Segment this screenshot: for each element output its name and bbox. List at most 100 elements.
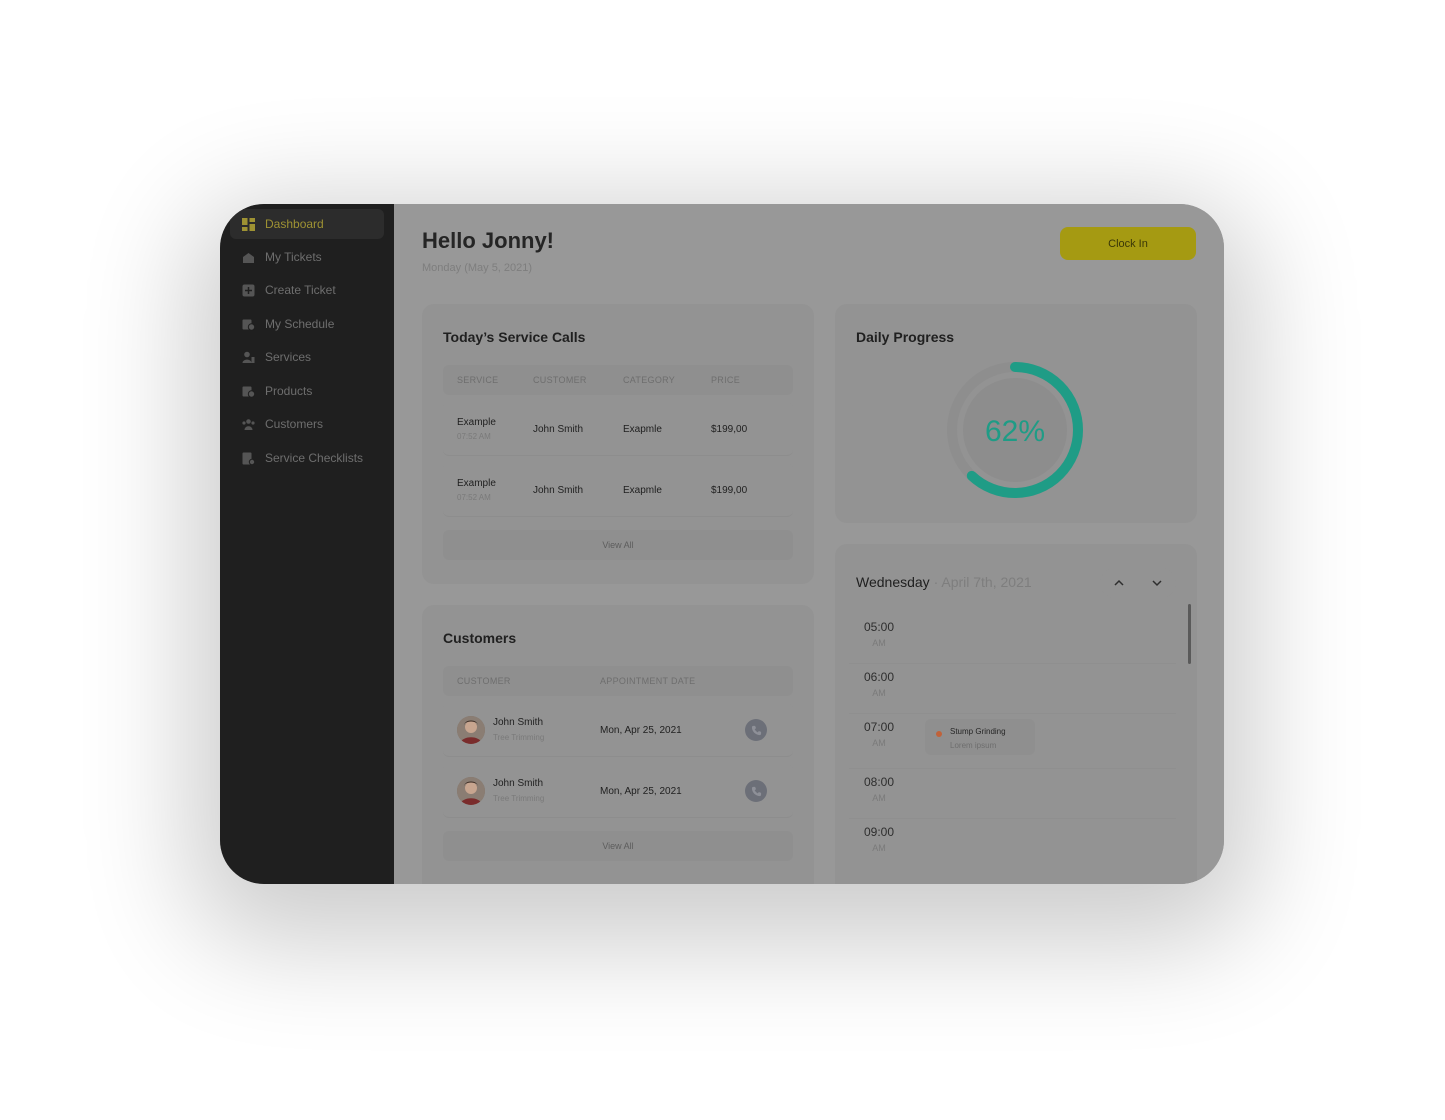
table-header: CUSTOMER APPOINTMENT DATE <box>443 666 793 696</box>
sidebar-item-create-ticket[interactable]: Create Ticket <box>230 275 384 305</box>
time-slot[interactable]: 08:00 AM <box>849 769 1176 819</box>
customers-icon <box>242 418 255 431</box>
sidebar-item-dashboard[interactable]: Dashboard <box>230 209 384 239</box>
sidebar-item-label: Customers <box>265 417 324 431</box>
card-title: Customers <box>443 630 517 646</box>
schedule-nav <box>1100 568 1176 598</box>
event-subtitle: Lorem ipsum <box>950 741 997 750</box>
event-title: Stump Grinding <box>950 727 1006 736</box>
time-slot[interactable]: 09:00 AM <box>849 819 1176 869</box>
sidebar-item-label: Service Checklists <box>265 451 364 465</box>
chevron-up-icon <box>1114 579 1124 586</box>
sidebar-item-services[interactable]: Services <box>230 342 384 372</box>
slot-time: 09:00 <box>863 825 895 839</box>
slot-ampm: AM <box>872 638 886 648</box>
sidebar-item-label: My Schedule <box>265 317 335 331</box>
service-calls-card: Today’s Service Calls SERVICE CUSTOMER C… <box>422 304 814 584</box>
card-title: Today’s Service Calls <box>443 329 586 345</box>
category: Exapmle <box>623 485 662 496</box>
appointment-date: Mon, Apr 25, 2021 <box>600 725 682 736</box>
chevron-down-icon <box>1152 580 1162 587</box>
customer-service: Tree Trimming <box>493 794 545 803</box>
price: $199,00 <box>711 485 748 496</box>
slot-time: 05:00 <box>863 620 895 634</box>
column-header: CUSTOMER <box>457 676 511 686</box>
sidebar-item-label: Services <box>265 350 312 364</box>
schedule-title: Wednesday · April 7th, 2021 <box>856 574 1032 590</box>
phone-icon <box>751 725 761 735</box>
customer-name: John Smith <box>533 424 584 435</box>
sidebar-item-service-checklists[interactable]: Service Checklists <box>230 443 384 473</box>
service-name: Example <box>457 417 496 428</box>
services-icon <box>242 351 255 364</box>
sidebar-item-my-tickets[interactable]: My Tickets <box>230 242 384 272</box>
service-time: 07:52 AM <box>457 493 491 502</box>
customer-name: John Smith <box>493 778 544 789</box>
schedule-card: Wednesday · April 7th, 2021 05:00 AM 06:… <box>835 544 1197 884</box>
slot-time: 06:00 <box>863 670 895 684</box>
dashboard-icon <box>242 217 255 231</box>
slot-ampm: AM <box>872 793 886 803</box>
view-all-button[interactable]: View All <box>443 530 793 560</box>
daily-progress-card: Daily Progress 62% <box>835 304 1197 523</box>
device-frame: Dashboard My Tickets Create Ticket My Sc… <box>220 204 1224 884</box>
schedule-date: · April 7th, 2021 <box>933 574 1032 590</box>
clock-in-button[interactable]: Clock In <box>1060 227 1196 260</box>
schedule-icon <box>242 318 255 331</box>
schedule-scrollbar[interactable] <box>1188 604 1191 664</box>
sidebar-item-customers[interactable]: Customers <box>230 409 384 439</box>
table-row[interactable]: John Smith Tree Trimming Mon, Apr 25, 20… <box>443 703 793 757</box>
main-content: Hello Jonny! Monday (May 5, 2021) Clock … <box>394 204 1224 884</box>
time-slot[interactable]: 05:00 AM <box>849 614 1176 664</box>
slot-time: 07:00 <box>863 720 895 734</box>
column-header: APPOINTMENT DATE <box>600 676 696 686</box>
sidebar: Dashboard My Tickets Create Ticket My Sc… <box>220 204 394 884</box>
column-header: SERVICE <box>457 375 499 385</box>
call-button[interactable] <box>745 719 767 741</box>
avatar <box>457 777 485 805</box>
checklist-icon <box>242 452 255 465</box>
price: $199,00 <box>711 424 748 435</box>
time-slot[interactable]: 07:00 AM Stump Grinding Lorem ipsum <box>849 714 1176 769</box>
sidebar-item-label: Create Ticket <box>265 283 336 297</box>
tickets-icon <box>242 251 255 264</box>
page-title: Hello Jonny! <box>422 228 555 253</box>
view-all-button[interactable]: View All <box>443 831 793 861</box>
customer-service: Tree Trimming <box>493 733 545 742</box>
call-button[interactable] <box>745 780 767 802</box>
next-day-button[interactable] <box>1138 568 1176 598</box>
table-row[interactable]: John Smith Tree Trimming Mon, Apr 25, 20… <box>443 764 793 818</box>
slot-ampm: AM <box>872 688 886 698</box>
products-icon <box>242 385 255 398</box>
sidebar-item-label: Dashboard <box>265 217 324 231</box>
column-header: CUSTOMER <box>533 375 587 385</box>
sidebar-item-products[interactable]: Products <box>230 376 384 406</box>
table-row[interactable]: Example 07:52 AM John Smith Exapmle $199… <box>443 463 793 517</box>
schedule-event[interactable]: Stump Grinding Lorem ipsum <box>925 719 1035 755</box>
column-header: PRICE <box>711 375 741 385</box>
sidebar-item-label: Products <box>265 384 313 398</box>
service-time: 07:52 AM <box>457 432 491 441</box>
table-row[interactable]: Example 07:52 AM John Smith Exapmle $199… <box>443 402 793 456</box>
time-slot[interactable]: 06:00 AM <box>849 664 1176 714</box>
customer-name: John Smith <box>493 717 544 728</box>
event-dot <box>936 731 942 737</box>
previous-day-button[interactable] <box>1100 568 1138 598</box>
sidebar-item-my-schedule[interactable]: My Schedule <box>230 309 384 339</box>
customers-card: Customers CUSTOMER APPOINTMENT DATE John… <box>422 605 814 884</box>
category: Exapmle <box>623 424 662 435</box>
current-date: Monday (May 5, 2021) <box>422 262 533 274</box>
service-name: Example <box>457 478 496 489</box>
table-header: SERVICE CUSTOMER CATEGORY PRICE <box>443 365 793 395</box>
progress-value: 62% <box>985 415 1045 448</box>
card-title: Daily Progress <box>856 329 955 345</box>
slot-ampm: AM <box>872 738 886 748</box>
slot-time: 08:00 <box>863 775 895 789</box>
phone-icon <box>751 786 761 796</box>
create-ticket-icon <box>242 284 255 297</box>
appointment-date: Mon, Apr 25, 2021 <box>600 786 682 797</box>
customer-name: John Smith <box>533 485 584 496</box>
sidebar-item-label: My Tickets <box>265 250 322 264</box>
schedule-day: Wednesday <box>856 574 930 590</box>
avatar <box>457 716 485 744</box>
